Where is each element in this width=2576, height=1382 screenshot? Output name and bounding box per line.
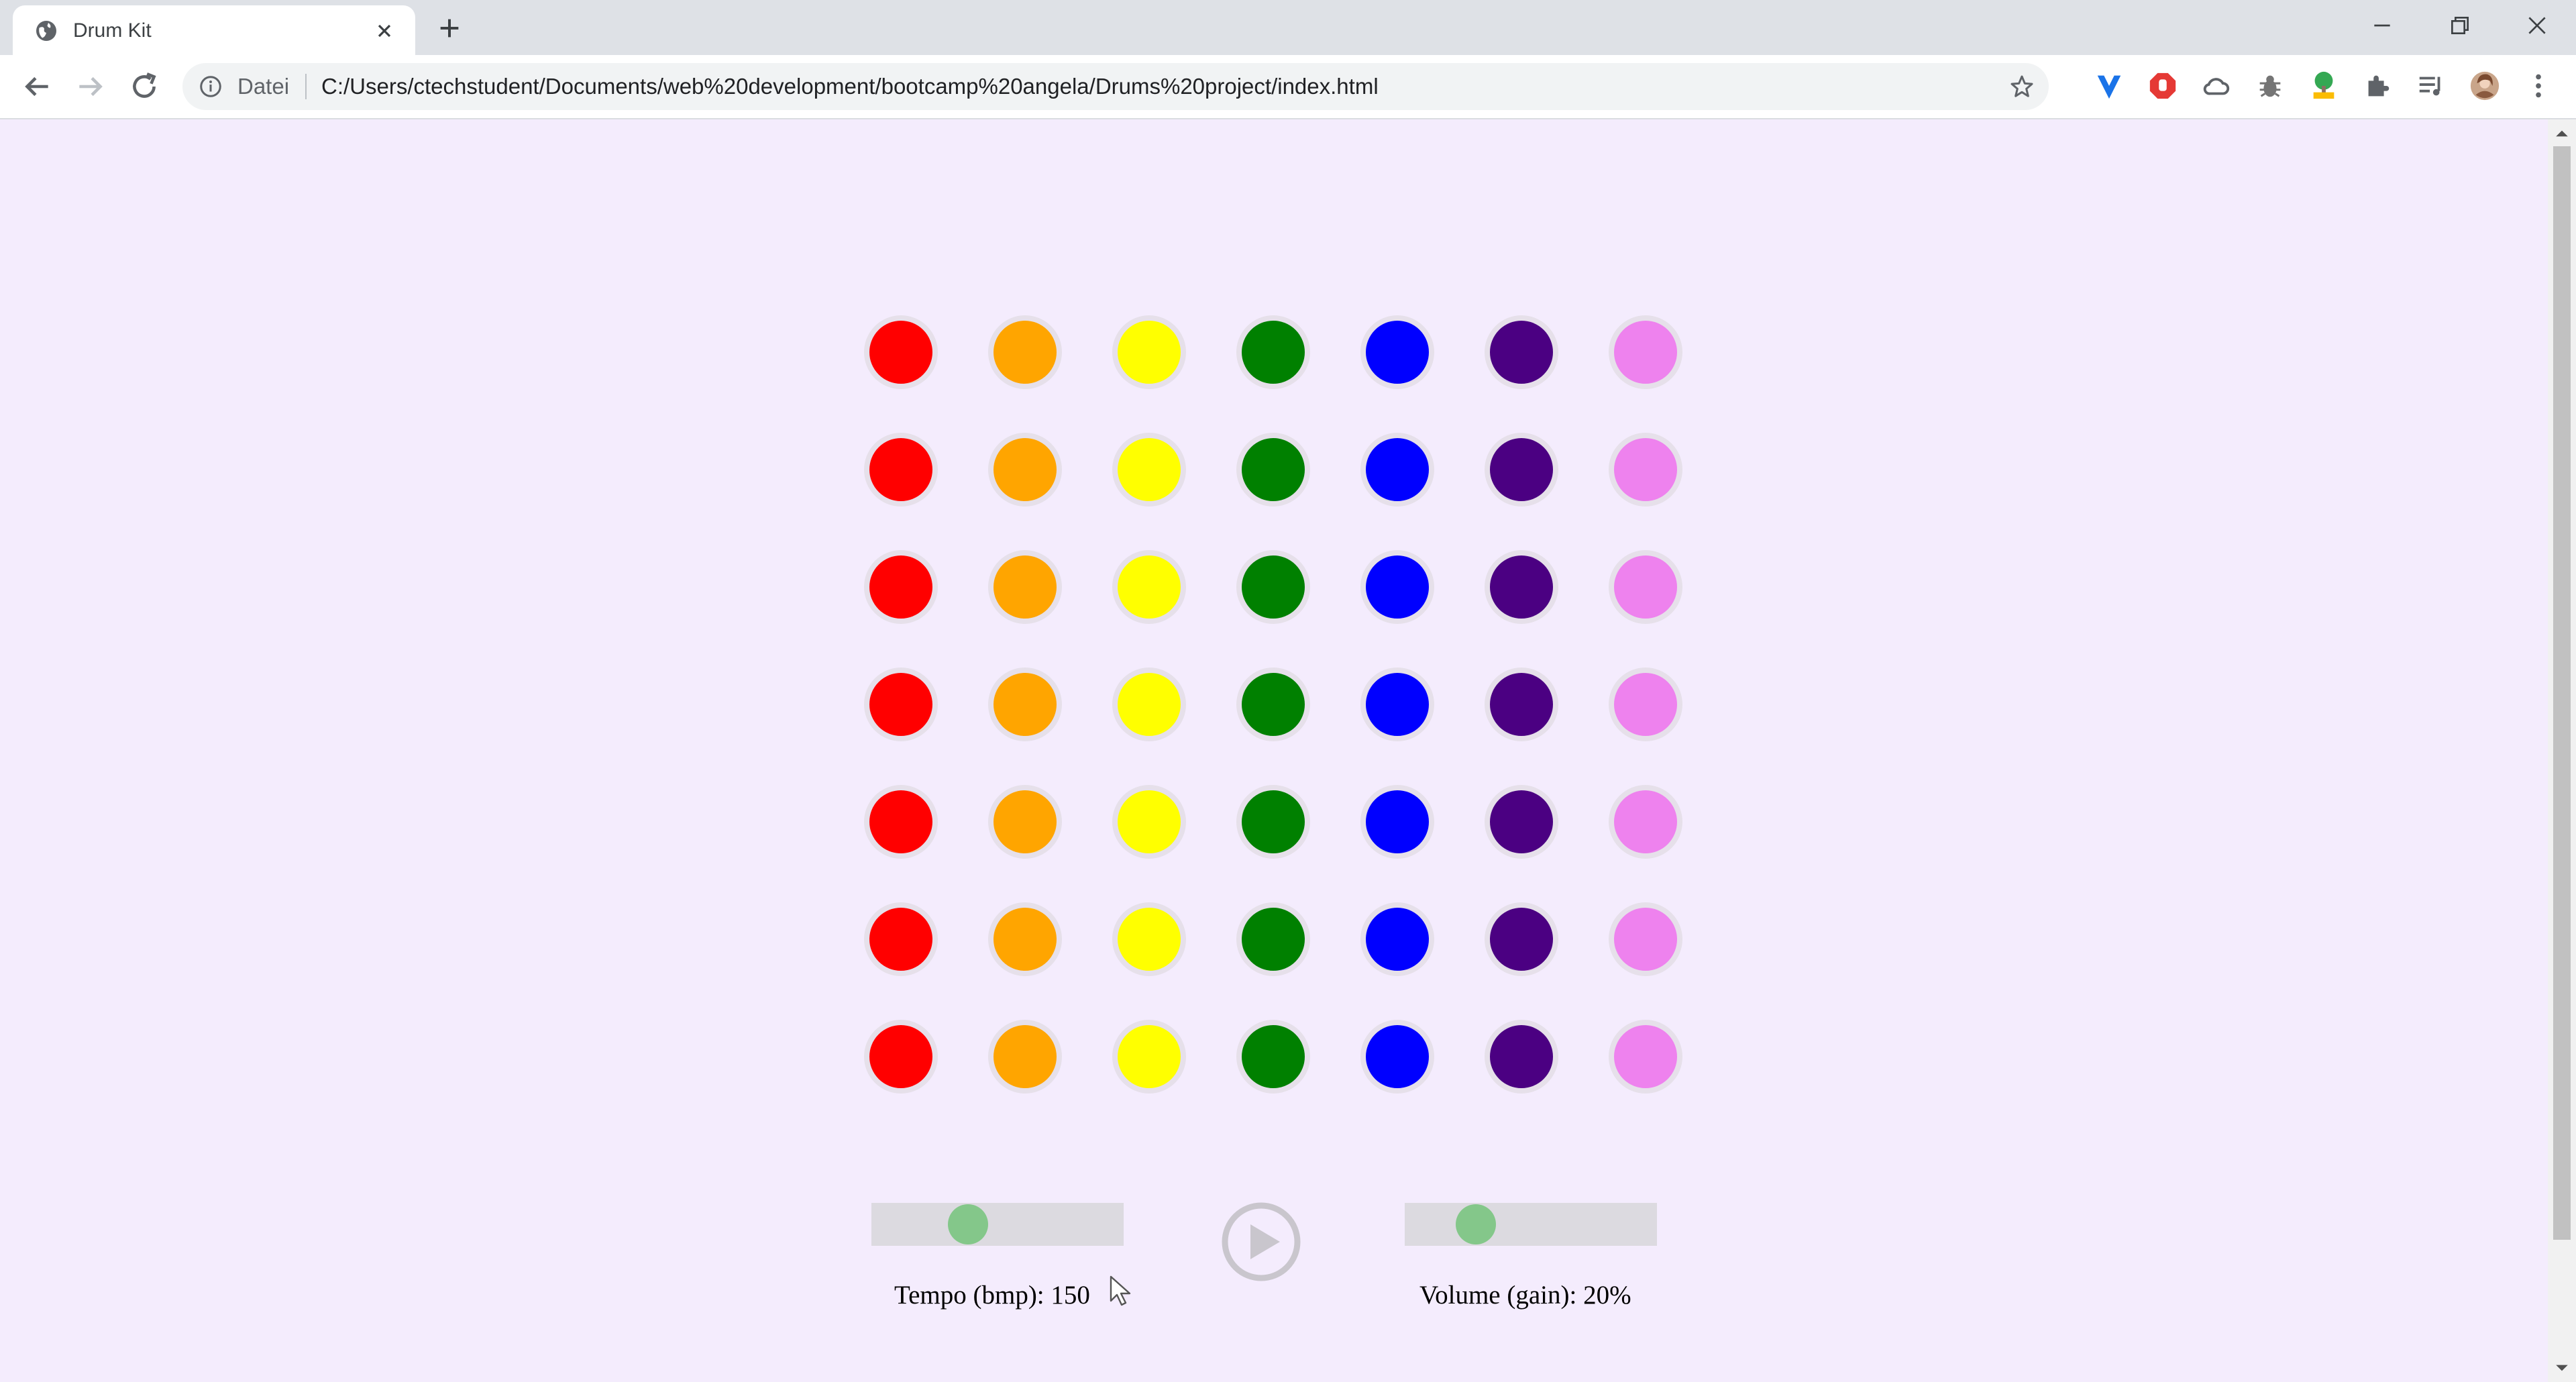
volume-slider-thumb[interactable] xyxy=(1455,1204,1496,1244)
cloud-icon[interactable] xyxy=(2201,70,2232,101)
profile-avatar[interactable] xyxy=(2469,70,2500,101)
drum-pad-yellow-row-1[interactable] xyxy=(1112,315,1186,389)
drum-pad-green-row-2[interactable] xyxy=(1236,433,1310,507)
drum-pad-violet-row-6[interactable] xyxy=(1609,902,1682,976)
drum-pad-orange-row-5[interactable] xyxy=(988,785,1062,859)
address-bar[interactable]: Datei C:/Users/ctechstudent/Documents/we… xyxy=(182,63,2049,110)
drum-pad-yellow-row-7[interactable] xyxy=(1112,1020,1186,1094)
drum-pad-violet-row-5[interactable] xyxy=(1609,785,1682,859)
drum-pad-violet-row-4[interactable] xyxy=(1609,668,1682,741)
close-window-icon[interactable] xyxy=(2524,12,2551,39)
scroll-up-arrow-icon[interactable] xyxy=(2555,126,2569,141)
scroll-down-arrow-icon[interactable] xyxy=(2555,1361,2569,1375)
vpn-shield-icon[interactable] xyxy=(2094,70,2125,101)
drum-pad-green-row-4[interactable] xyxy=(1236,668,1310,741)
media-queue-icon[interactable] xyxy=(2416,70,2447,101)
tempo-label: Tempo (bmp): 150 xyxy=(894,1281,1090,1310)
drum-pad-green-row-5[interactable] xyxy=(1236,785,1310,859)
drum-pad-violet-row-7[interactable] xyxy=(1609,1020,1682,1094)
drum-pad-red-row-3[interactable] xyxy=(864,550,938,624)
drum-pad-yellow-row-6[interactable] xyxy=(1112,902,1186,976)
bookmark-star-icon[interactable] xyxy=(2008,73,2035,100)
volume-slider[interactable] xyxy=(1405,1203,1657,1246)
tempo-slider-thumb[interactable] xyxy=(947,1204,988,1244)
scrollbar-thumb[interactable] xyxy=(2553,146,2571,1240)
drum-pad-indigo-row-3[interactable] xyxy=(1485,550,1558,624)
drum-pad-yellow-row-5[interactable] xyxy=(1112,785,1186,859)
address-separator xyxy=(305,74,307,99)
play-circle-icon[interactable] xyxy=(1218,1199,1304,1285)
restore-icon[interactable] xyxy=(2447,12,2473,39)
drum-pad-blue-row-6[interactable] xyxy=(1360,902,1434,976)
drum-pad-green-row-1[interactable] xyxy=(1236,315,1310,389)
drum-pad-violet-row-2[interactable] xyxy=(1609,433,1682,507)
url-text[interactable]: C:/Users/ctechstudent/Documents/web%20de… xyxy=(321,74,1379,99)
globe-icon xyxy=(36,21,56,41)
tab-title: Drum Kit xyxy=(73,19,152,42)
drum-pad-indigo-row-1[interactable] xyxy=(1485,315,1558,389)
drum-pad-blue-row-2[interactable] xyxy=(1360,433,1434,507)
drum-pad-indigo-row-6[interactable] xyxy=(1485,902,1558,976)
page-viewport xyxy=(0,119,2548,1382)
drum-pad-orange-row-2[interactable] xyxy=(988,433,1062,507)
page-scrollbar[interactable] xyxy=(2548,119,2576,1382)
drum-pad-indigo-row-4[interactable] xyxy=(1485,668,1558,741)
extensions-puzzle-icon[interactable] xyxy=(2362,70,2393,101)
bug-icon[interactable] xyxy=(2255,70,2286,101)
drum-pad-green-row-7[interactable] xyxy=(1236,1020,1310,1094)
drum-pad-violet-row-1[interactable] xyxy=(1609,315,1682,389)
tempo-slider[interactable] xyxy=(871,1203,1124,1246)
drum-pad-red-row-2[interactable] xyxy=(864,433,938,507)
drum-pad-indigo-row-2[interactable] xyxy=(1485,433,1558,507)
drum-pad-yellow-row-3[interactable] xyxy=(1112,550,1186,624)
drum-pad-blue-row-4[interactable] xyxy=(1360,668,1434,741)
adblock-hand-icon[interactable] xyxy=(2147,70,2178,101)
drum-pad-orange-row-1[interactable] xyxy=(988,315,1062,389)
close-icon[interactable] xyxy=(374,20,395,42)
info-icon[interactable] xyxy=(199,74,223,99)
drum-pad-orange-row-3[interactable] xyxy=(988,550,1062,624)
drum-pad-violet-row-3[interactable] xyxy=(1609,550,1682,624)
volume-label: Volume (gain): 20% xyxy=(1419,1281,1631,1310)
drum-pad-red-row-7[interactable] xyxy=(864,1020,938,1094)
drum-pad-blue-row-7[interactable] xyxy=(1360,1020,1434,1094)
drum-pad-orange-row-7[interactable] xyxy=(988,1020,1062,1094)
drum-pad-red-row-1[interactable] xyxy=(864,315,938,389)
menu-kebab-icon[interactable] xyxy=(2523,70,2554,101)
drum-pad-orange-row-6[interactable] xyxy=(988,902,1062,976)
drum-pad-green-row-3[interactable] xyxy=(1236,550,1310,624)
drum-pad-blue-row-1[interactable] xyxy=(1360,315,1434,389)
minimize-icon[interactable] xyxy=(2369,12,2396,39)
drum-pad-indigo-row-5[interactable] xyxy=(1485,785,1558,859)
drum-pad-blue-row-3[interactable] xyxy=(1360,550,1434,624)
drum-pad-green-row-6[interactable] xyxy=(1236,902,1310,976)
drum-pad-red-row-5[interactable] xyxy=(864,785,938,859)
drum-pad-yellow-row-4[interactable] xyxy=(1112,668,1186,741)
drum-pad-red-row-6[interactable] xyxy=(864,902,938,976)
browser-toolbar: Datei C:/Users/ctechstudent/Documents/we… xyxy=(0,55,2576,119)
drum-pad-red-row-4[interactable] xyxy=(864,668,938,741)
forward-icon[interactable] xyxy=(74,70,107,103)
drum-pad-orange-row-4[interactable] xyxy=(988,668,1062,741)
tab-drum-kit[interactable]: Drum Kit xyxy=(13,5,415,55)
back-icon[interactable] xyxy=(20,70,54,103)
drum-pad-blue-row-5[interactable] xyxy=(1360,785,1434,859)
html-tree-icon[interactable] xyxy=(2308,70,2339,101)
mouse-cursor-icon xyxy=(1110,1275,1131,1306)
drum-pad-yellow-row-2[interactable] xyxy=(1112,433,1186,507)
reload-icon[interactable] xyxy=(127,70,161,103)
drum-pad-indigo-row-7[interactable] xyxy=(1485,1020,1558,1094)
scheme-label: Datei xyxy=(237,74,290,99)
new-tab-icon[interactable] xyxy=(436,15,463,42)
tab-strip: Drum Kit xyxy=(0,0,2576,55)
